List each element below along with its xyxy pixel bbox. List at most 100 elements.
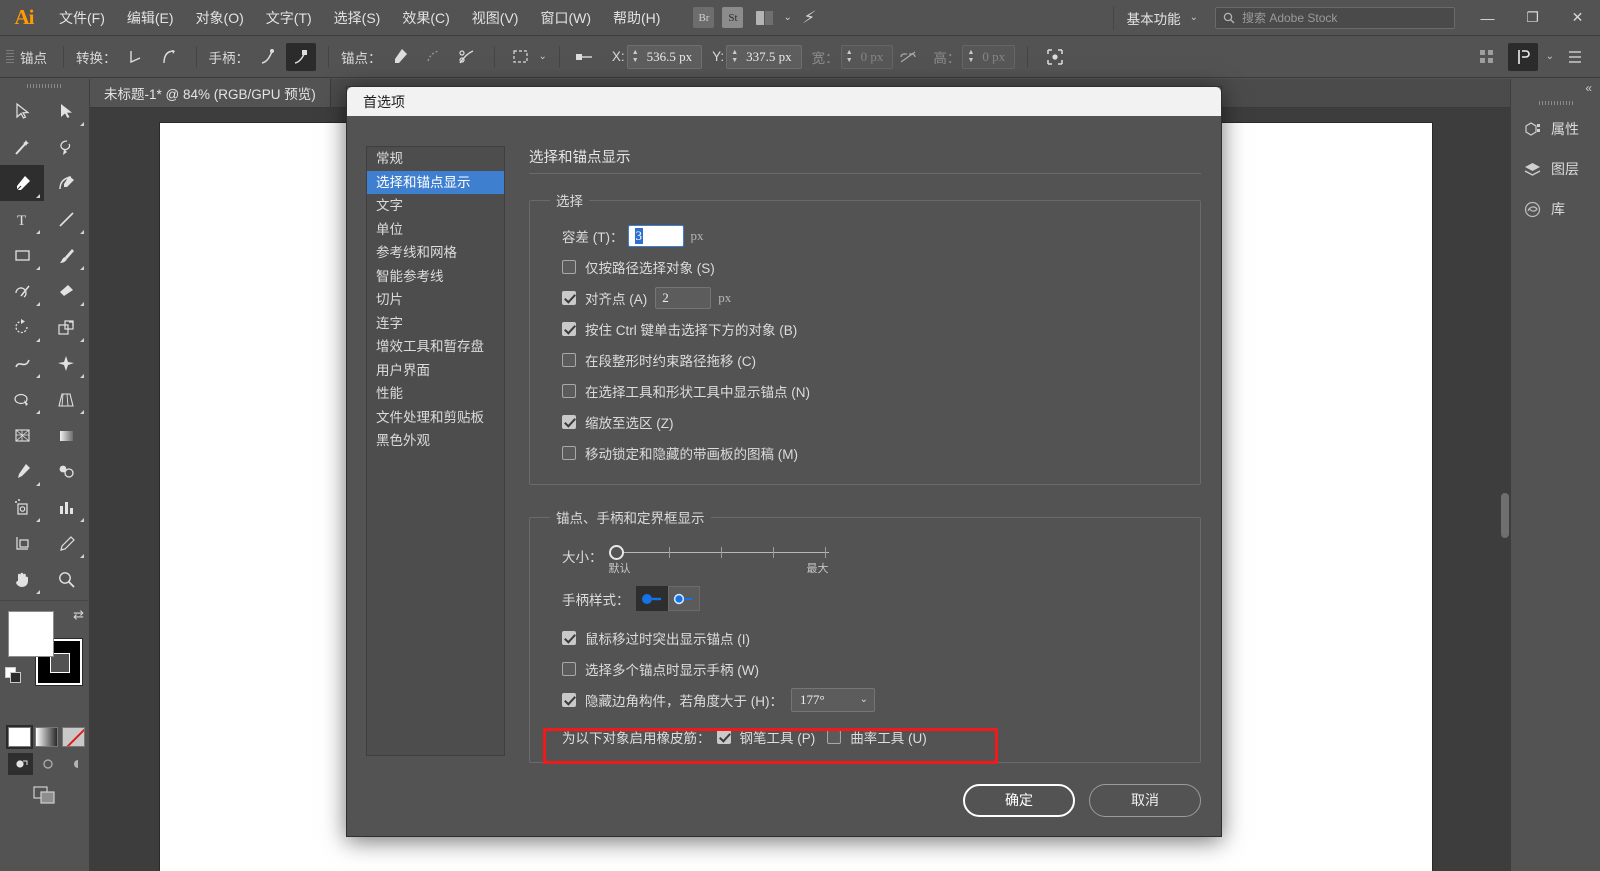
- checkbox-row-ctrl-click-select-behind[interactable]: 按住 Ctrl 键单击选择下方的对象 (B): [548, 313, 1182, 344]
- panel-item-layers[interactable]: 图层: [1511, 149, 1600, 189]
- bridge-icon[interactable]: Br: [693, 7, 714, 28]
- type-tool[interactable]: T: [0, 201, 44, 237]
- menu-item-effect[interactable]: 效果(C): [391, 0, 460, 36]
- slice-tool[interactable]: [44, 525, 88, 561]
- checkbox-row-object-selection-by-path[interactable]: 仅按路径选择对象 (S): [548, 251, 1182, 282]
- pen-tool[interactable]: [0, 165, 44, 201]
- category-selection-anchor[interactable]: 选择和锚点显示: [367, 171, 504, 195]
- category-file-clipboard[interactable]: 文件处理和剪贴板: [367, 406, 504, 430]
- eraser-tool[interactable]: [44, 273, 88, 309]
- x-input[interactable]: ▲▼ 536.5 px: [627, 45, 703, 69]
- menu-item-view[interactable]: 视图(V): [461, 0, 530, 36]
- checkbox-row-snap-to-point[interactable]: 对齐点 (A) 2 px: [548, 282, 1182, 313]
- lightning-icon[interactable]: ⚡: [793, 7, 824, 29]
- checkbox-ctrl-click-select-behind[interactable]: [562, 322, 576, 336]
- canvas-vertical-scrollbar[interactable]: [1499, 108, 1510, 871]
- line-segment-tool[interactable]: [44, 201, 88, 237]
- minimize-button[interactable]: —: [1465, 0, 1510, 36]
- gradient-tool[interactable]: [44, 417, 88, 453]
- chevron-down-icon[interactable]: ⌄: [539, 51, 547, 62]
- snap-to-point-input[interactable]: 2: [655, 287, 711, 309]
- checkbox-row-hide-corner-widget[interactable]: 隐藏边角构件，若角度大于 (H)： 177° ⌄: [548, 684, 1182, 715]
- column-graph-tool[interactable]: [44, 489, 88, 525]
- color-button[interactable]: [8, 727, 31, 747]
- eyedropper-tool[interactable]: [0, 453, 44, 489]
- category-type[interactable]: 文字: [367, 194, 504, 218]
- stock-search-field[interactable]: 搜索 Adobe Stock: [1215, 7, 1455, 29]
- checkbox-rubber-band-curvature-tool[interactable]: [827, 730, 841, 744]
- checkbox-hide-corner-widget[interactable]: [562, 693, 576, 707]
- checkbox-move-locked-hidden-art[interactable]: [562, 446, 576, 460]
- none-button[interactable]: [62, 727, 85, 747]
- hide-handles-icon[interactable]: [286, 43, 316, 71]
- x-stepper-icon[interactable]: ▲▼: [628, 49, 643, 65]
- checkbox-snap-to-point[interactable]: [562, 291, 576, 305]
- zoom-tool[interactable]: [44, 561, 88, 597]
- connect-anchors-icon[interactable]: [419, 43, 449, 71]
- preferences-category-list[interactable]: 常规 选择和锚点显示 文字 单位 参考线和网格 智能参考线 切片 连字 增效工具…: [366, 146, 505, 756]
- category-smart-guides[interactable]: 智能参考线: [367, 265, 504, 289]
- remove-anchor-pen-icon[interactable]: [386, 43, 416, 71]
- rotate-tool[interactable]: [0, 309, 44, 345]
- category-appearance-black[interactable]: 黑色外观: [367, 429, 504, 453]
- arrange-documents-icon[interactable]: [751, 7, 777, 29]
- checkbox-object-selection-by-path[interactable]: [562, 260, 576, 274]
- panel-item-properties[interactable]: 属性: [1511, 109, 1600, 149]
- checkbox-row-highlight-anchors-on-hover[interactable]: 鼠标移过时突出显示锚点 (I): [548, 622, 1182, 653]
- paintbrush-tool[interactable]: [44, 237, 88, 273]
- menu-item-select[interactable]: 选择(S): [323, 0, 392, 36]
- right-panel-grip[interactable]: [1511, 97, 1600, 109]
- symbol-sprayer-tool[interactable]: [0, 489, 44, 525]
- category-user-interface[interactable]: 用户界面: [367, 359, 504, 383]
- shape-builder-tool[interactable]: [0, 381, 44, 417]
- rectangle-tool[interactable]: [0, 237, 44, 273]
- magic-wand-tool[interactable]: [0, 129, 44, 165]
- draw-inside-icon[interactable]: [62, 753, 87, 775]
- direct-selection-tool[interactable]: [44, 93, 88, 129]
- category-hyphenation[interactable]: 连字: [367, 312, 504, 336]
- tools-panel-grip[interactable]: [0, 79, 89, 93]
- control-bar-grip[interactable]: [6, 44, 14, 70]
- free-transform-tool[interactable]: [44, 345, 88, 381]
- draw-normal-icon[interactable]: [8, 753, 33, 775]
- checkbox-row-move-locked-hidden-art[interactable]: 移动锁定和隐藏的带画板的图稿 (M): [548, 437, 1182, 468]
- convert-to-smooth-icon[interactable]: [154, 43, 184, 71]
- handle-style-option-hollow[interactable]: [668, 586, 700, 611]
- blend-tool[interactable]: [44, 453, 88, 489]
- panel-menu-icon[interactable]: [1560, 43, 1590, 71]
- category-performance[interactable]: 性能: [367, 382, 504, 406]
- lasso-tool[interactable]: [44, 129, 88, 165]
- fill-swatch[interactable]: [8, 611, 54, 657]
- checkbox-constrain-path-dragging[interactable]: [562, 353, 576, 367]
- ok-button[interactable]: 确定: [963, 784, 1075, 817]
- gradient-button[interactable]: [35, 727, 58, 747]
- restore-button[interactable]: ❐: [1510, 0, 1555, 36]
- menu-item-file[interactable]: 文件(F): [48, 0, 116, 36]
- selection-tool[interactable]: [0, 93, 44, 129]
- corner-angle-select[interactable]: 177° ⌄: [791, 688, 875, 712]
- isolate-selected-icon[interactable]: [1040, 43, 1070, 71]
- slider-knob[interactable]: [609, 545, 624, 560]
- curvature-tool[interactable]: [44, 165, 88, 201]
- scale-tool[interactable]: [44, 309, 88, 345]
- screen-mode-button[interactable]: [0, 785, 89, 805]
- category-general[interactable]: 常规: [367, 147, 504, 171]
- mesh-tool[interactable]: [0, 417, 44, 453]
- checkbox-row-show-anchors-in-tools[interactable]: 在选择工具和形状工具中显示锚点 (N): [548, 375, 1182, 406]
- workspace-switcher[interactable]: 基本功能 ⌄: [1113, 6, 1211, 30]
- category-slices[interactable]: 切片: [367, 288, 504, 312]
- checkbox-row-show-handles-multi-select[interactable]: 选择多个锚点时显示手柄 (W): [548, 653, 1182, 684]
- swap-fill-stroke-icon[interactable]: ⇄: [73, 607, 84, 623]
- panel-item-libraries[interactable]: 库: [1511, 189, 1600, 229]
- menu-item-type[interactable]: 文字(T): [255, 0, 323, 36]
- chevron-down-icon[interactable]: ⌄: [783, 12, 791, 23]
- perspective-grid-tool[interactable]: [44, 381, 88, 417]
- checkbox-zoom-to-selection[interactable]: [562, 415, 576, 429]
- chevron-down-icon[interactable]: ⌄: [1546, 51, 1554, 62]
- show-handles-icon[interactable]: [253, 43, 283, 71]
- menu-item-window[interactable]: 窗口(W): [529, 0, 602, 36]
- checkbox-row-constrain-path-dragging[interactable]: 在段整形时约束路径拖移 (C): [548, 344, 1182, 375]
- stock-icon[interactable]: St: [722, 7, 743, 28]
- anchor-size-slider[interactable]: 默认 最大: [607, 543, 837, 577]
- lock-proportions-icon[interactable]: [893, 43, 923, 71]
